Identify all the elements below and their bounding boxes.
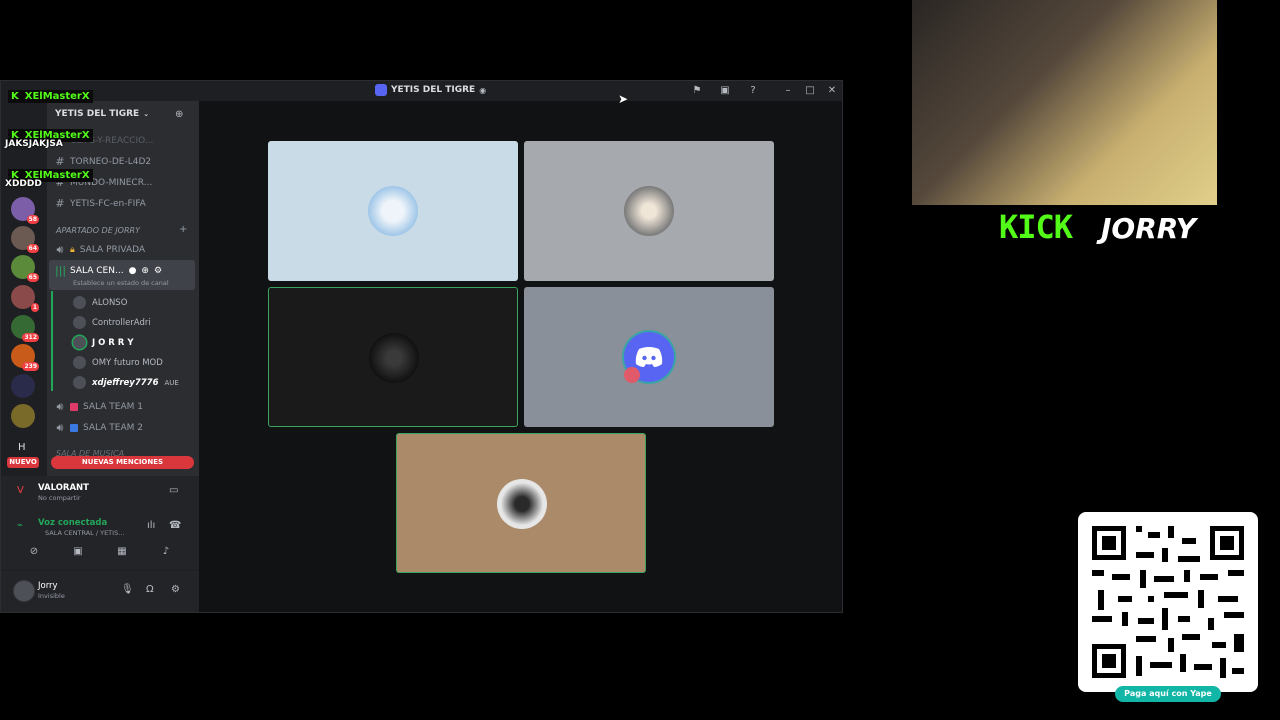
server-item[interactable] [11,404,35,428]
add-user-icon[interactable]: ⊕ [141,266,149,276]
user-avatar[interactable] [13,580,35,602]
category-header[interactable]: APARTADO DE JORRY [56,226,140,235]
hash-icon: # [55,197,65,210]
channel-status-hint[interactable]: Establece un estado de canal [73,279,169,287]
deafen-status-icon [624,367,640,383]
user-status: Invisible [38,592,65,600]
avatar [73,336,86,349]
flag-icon[interactable]: ⚑ [690,84,704,98]
video-tile[interactable] [524,287,774,427]
lock-icon: 🔒︎ [70,245,75,255]
headphones-icon[interactable]: Ω [146,584,154,595]
voice-channel-name[interactable]: SALA CENTRAL / YETIS... [45,529,124,537]
webcam-feed [912,0,1217,205]
color-square-icon [70,424,78,432]
voice-channel-item-active[interactable]: ||| SALA CEN... ● ⊕ ⚙︎ [55,264,162,277]
signal-icon: ⌁ [17,520,24,531]
voice-member[interactable]: ALONSO [73,296,127,309]
camera-off-icon[interactable]: ⊘ [27,546,41,557]
gear-icon[interactable]: ⚙︎ [154,266,162,276]
qr-code [1078,512,1258,692]
participant-avatar [624,186,674,236]
help-icon[interactable]: ? [746,84,760,98]
microphone-icon[interactable]: 🎙︎ [121,584,134,595]
mouse-cursor-icon: ➤ [618,92,629,106]
server-icon [375,84,387,96]
sound-wave-icon: ||| [55,264,67,277]
kick-logo: KICK [999,208,1073,246]
chat-icon[interactable]: ● [129,266,137,276]
avatar [73,296,86,309]
window-title: YETIS DEL TIGRE ◉ [375,84,486,96]
participant-avatar [368,186,418,236]
discord-window: YETIS DEL TIGRE ◉ ⚑ ▣ ? – □ ✕ 58 64 65 1… [0,80,843,613]
add-channel-icon[interactable]: + [179,224,187,235]
server-item[interactable]: 65 [11,255,39,282]
valorant-icon: V [17,485,24,496]
server-letter[interactable]: H [18,442,26,453]
qr-code-image [1092,526,1244,678]
voice-status[interactable]: Voz conectada [38,518,107,528]
maximize-icon[interactable]: □ [803,84,817,98]
avatar [73,376,86,389]
boost-icon: ◉ [479,85,487,95]
speaker-icon: 🔊︎ [56,421,64,434]
participant-avatar [369,333,419,383]
voice-member[interactable]: ControllerAdri [73,316,151,329]
noise-suppression-icon[interactable]: ılı [147,520,155,531]
title-bar: YETIS DEL TIGRE ◉ ⚑ ▣ ? – □ ✕ [1,81,842,101]
activity-game: VALORANT [38,483,89,493]
divider [1,570,199,571]
voice-channel-item[interactable]: 🔊︎ SALA TEAM 2 [55,421,143,435]
voice-channel-item[interactable]: 🔊︎ 🔒︎ SALA PRIVADA [55,243,146,257]
user-panel: V VALORANT No compartir ▭ ⌁ Voz conectad… [1,476,199,612]
server-item[interactable] [11,374,35,398]
server-item[interactable]: 312 [11,315,39,342]
voice-members-line [51,291,53,391]
voice-member[interactable]: xdjeffrey7776 AUE [73,376,179,389]
voice-member[interactable]: J O R R Y [73,336,133,349]
speaker-icon: 🔊︎ [56,243,64,256]
gear-icon[interactable]: ⚙︎ [171,584,180,595]
avatar [73,356,86,369]
channel-item[interactable]: # YETIS-FC-en-FIFA [55,197,145,210]
color-square-icon [70,403,78,411]
participant-avatar [497,479,547,529]
discord-logo-icon [635,347,663,367]
video-tile-speaking[interactable] [268,287,518,427]
chevron-down-icon: ⌄ [143,110,150,118]
speaker-icon: 🔊︎ [56,400,64,413]
inbox-icon[interactable]: ▣ [718,84,732,98]
new-badge[interactable]: NUEVO [7,457,39,468]
server-item[interactable]: 1 [11,285,39,312]
yape-payment-label: Paga aquí con Yape [1115,686,1221,702]
minimize-icon[interactable]: – [781,84,795,98]
server-name[interactable]: YETIS DEL TIGRE ⌄ [55,109,149,119]
voice-member[interactable]: OMY futuro MOD [73,356,163,369]
overlay-chat-message: XDDDD [5,179,42,189]
server-item[interactable]: 239 [11,344,39,371]
new-mentions-button[interactable]: NUEVAS MENCIONES [51,456,194,469]
video-tile-speaking[interactable] [396,433,646,573]
share-screen-icon[interactable]: ▣ [71,546,85,557]
overlay-chat-line: K XElMasterX [8,84,93,103]
screen-share-icon[interactable]: ▭ [169,485,178,496]
server-item[interactable]: 58 [11,197,39,224]
avatar [73,316,86,329]
add-member-icon[interactable]: ⊕ [175,109,183,120]
video-tile[interactable] [268,141,518,281]
user-name[interactable]: Jorry [38,581,58,591]
server-item[interactable]: 64 [11,226,39,253]
disconnect-icon[interactable]: ☎︎ [169,520,181,531]
close-icon[interactable]: ✕ [825,84,839,98]
overlay-chat-message: JAKSJAKJSA [5,139,63,149]
voice-channel-item[interactable]: 🔊︎ SALA TEAM 1 [55,400,143,414]
activity-status: No compartir [38,494,81,502]
activities-icon[interactable]: ▦ [115,546,129,557]
soundboard-icon[interactable]: ♪ [159,546,173,557]
kick-icon: K [8,90,22,103]
video-tile[interactable] [524,141,774,281]
streamer-name: JORRY [1101,212,1197,245]
